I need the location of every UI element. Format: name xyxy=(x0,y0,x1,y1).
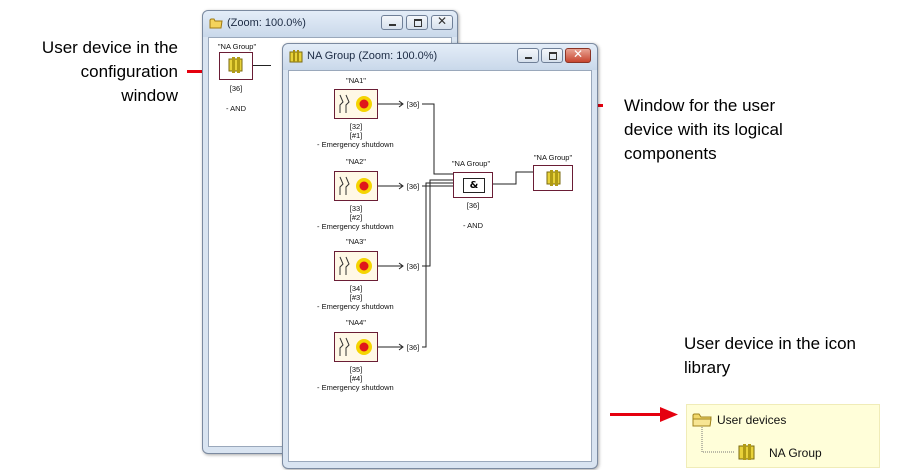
emergency-stop-icon xyxy=(339,94,372,113)
user-device-node[interactable] xyxy=(219,52,253,80)
callout-line-2: library xyxy=(684,358,731,377)
sensor-desc: - Emergency shutdown xyxy=(317,222,394,231)
sensor-id: [35] xyxy=(349,365,363,374)
minimize-button[interactable] xyxy=(381,15,403,30)
minimize-button[interactable] xyxy=(517,48,539,63)
sensor-out-ref: [36] xyxy=(406,100,420,109)
sensor-number: [#1] xyxy=(349,131,363,140)
window-title: NA Group (Zoom: 100.0%) xyxy=(307,50,438,62)
sensor-desc: - Emergency shutdown xyxy=(317,383,394,392)
device-label: "NA Group" xyxy=(217,42,257,51)
emergency-stop-icon xyxy=(339,176,372,195)
user-device-icon xyxy=(228,57,243,73)
folder-icon xyxy=(209,18,223,29)
sensor-number: [#2] xyxy=(349,213,363,222)
callout-line-1: User device in the xyxy=(41,38,178,57)
emergency-stop-sensor[interactable] xyxy=(334,251,378,281)
and-gate-id: [36] xyxy=(466,201,480,210)
device-id: [36] xyxy=(229,84,243,93)
callout-line-3: components xyxy=(624,144,717,163)
and-gate-box: & xyxy=(463,178,485,193)
sensor-id: [33] xyxy=(349,204,363,213)
callout-line-2: configuration xyxy=(80,62,178,81)
window-title: (Zoom: 100.0%) xyxy=(227,17,306,29)
callout-icon-library: User device in the icon library xyxy=(684,332,903,380)
library-folder-label[interactable]: User devices xyxy=(717,413,786,427)
user-device-icon xyxy=(546,170,561,186)
emergency-stop-sensor[interactable] xyxy=(334,332,378,362)
sensor-desc: - Emergency shutdown xyxy=(317,302,394,311)
user-device-icon xyxy=(738,444,755,460)
library-item-label[interactable]: NA Group xyxy=(769,446,822,460)
and-gate-node[interactable]: & xyxy=(453,172,493,198)
emergency-stop-icon xyxy=(339,337,372,356)
callout-line-2: device with its logical xyxy=(624,120,783,139)
sensor-out-ref: [36] xyxy=(406,343,420,352)
sensor-number: [#3] xyxy=(349,293,363,302)
output-device-label: "NA Group" xyxy=(533,153,573,162)
sensor-number: [#4] xyxy=(349,374,363,383)
output-user-device-node[interactable] xyxy=(533,165,573,191)
callout-config-window: User device in the configuration window xyxy=(0,36,178,108)
device-desc: - AND xyxy=(225,104,246,113)
and-gate-desc: - AND xyxy=(462,221,483,230)
sensor-label: "NA4" xyxy=(346,318,366,327)
icon-library-panel[interactable]: User devices NA Group xyxy=(686,404,880,468)
tree-connector xyxy=(701,427,735,453)
sensor-id: [32] xyxy=(349,122,363,131)
logic-canvas[interactable]: "NA1" [36] [32] [#1] - Emergency shutdow… xyxy=(288,70,592,462)
sensor-label: "NA2" xyxy=(346,157,366,166)
callout-line-3: window xyxy=(121,86,178,105)
sensor-out-ref: [36] xyxy=(406,182,420,191)
folder-icon xyxy=(692,413,712,427)
sensor-desc: - Emergency shutdown xyxy=(317,140,394,149)
sensor-id: [34] xyxy=(349,284,363,293)
emergency-stop-icon xyxy=(339,256,372,275)
close-button[interactable]: ✕ xyxy=(431,14,453,30)
user-device-icon xyxy=(289,50,303,63)
callout-arrow-library xyxy=(610,407,678,422)
and-gate-label: "NA Group" xyxy=(451,159,491,168)
callout-line-1: Window for the user xyxy=(624,96,776,115)
close-button[interactable]: ✕ xyxy=(565,47,591,63)
title-bar[interactable]: NA Group (Zoom: 100.0%) ✕ xyxy=(283,44,597,70)
sensor-label: "NA3" xyxy=(346,237,366,246)
sensor-out-ref: [36] xyxy=(406,262,420,271)
sensor-label: "NA1" xyxy=(346,76,366,85)
user-device-window[interactable]: NA Group (Zoom: 100.0%) ✕ "NA1" [36] [32… xyxy=(282,43,598,469)
callout-line-1: User device in the icon xyxy=(684,334,856,353)
title-bar[interactable]: (Zoom: 100.0%) ✕ xyxy=(203,11,457,37)
emergency-stop-sensor[interactable] xyxy=(334,89,378,119)
emergency-stop-sensor[interactable] xyxy=(334,171,378,201)
maximize-button[interactable] xyxy=(541,48,563,63)
callout-logic-window: Window for the user device with its logi… xyxy=(624,94,854,166)
maximize-button[interactable] xyxy=(406,15,428,30)
